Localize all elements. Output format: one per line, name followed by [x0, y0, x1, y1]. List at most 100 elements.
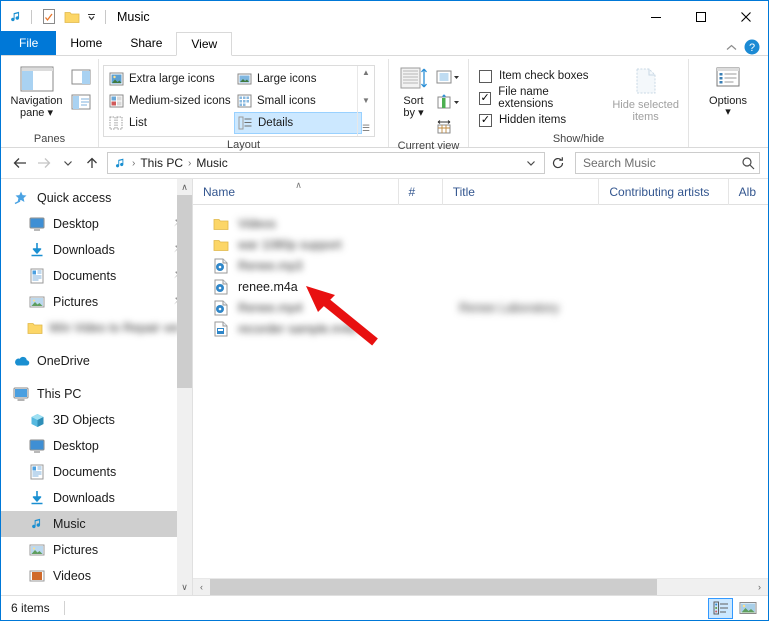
desktop-icon	[27, 217, 47, 231]
table-row[interactable]: Renee.mp3	[193, 255, 768, 276]
hscroll-track[interactable]	[210, 578, 751, 595]
customize-qat-chevron-icon[interactable]	[86, 11, 97, 22]
tab-share[interactable]: Share	[116, 31, 176, 55]
add-columns-button[interactable]	[434, 91, 464, 113]
options-button[interactable]: Options ▾	[693, 63, 763, 118]
search-input[interactable]: Search Music	[575, 152, 760, 174]
table-row[interactable]: Renee.mp4 Renee Laboratory	[193, 297, 768, 318]
column-header-number[interactable]: #	[399, 179, 443, 205]
properties-icon[interactable]	[40, 8, 58, 26]
file-name: Renee.mp3	[238, 258, 303, 273]
column-header-album[interactable]: Alb	[729, 179, 768, 205]
sidebar-item-pictures-qa[interactable]: Pictures	[1, 289, 192, 315]
layout-scroll-up-icon[interactable]: ▲	[362, 68, 370, 77]
sidebar-item-videos[interactable]: Videos	[1, 563, 192, 589]
folder-icon	[211, 238, 231, 252]
sidebar-item-desktop-qa[interactable]: Desktop	[1, 211, 192, 237]
quick-access-toolbar	[9, 8, 109, 26]
breadcrumb[interactable]: › This PC › Music	[107, 152, 545, 174]
sidebar-item-documents-pc[interactable]: Documents	[1, 459, 192, 485]
close-button[interactable]	[723, 1, 768, 32]
details-view-button[interactable]	[708, 597, 733, 619]
file-list[interactable]: Videos war 1080p support Renee.mp3 renee…	[193, 205, 768, 578]
sidebar-item-music[interactable]: Music	[1, 511, 192, 537]
layout-gallery-scrollbar[interactable]: ▲ ▼ ☰	[357, 66, 374, 136]
column-header-number-label: #	[408, 184, 416, 199]
search-icon[interactable]	[741, 156, 755, 170]
size-all-columns-button[interactable]	[434, 116, 464, 138]
refresh-button[interactable]	[547, 152, 569, 174]
sidebar-item-windows-c[interactable]: Windows10 (C:)	[1, 589, 192, 595]
large-icons-view-button[interactable]	[735, 598, 760, 619]
sidebar-item-onedrive[interactable]: OneDrive	[1, 348, 192, 374]
sidebar-item-documents-qa[interactable]: Documents	[1, 263, 192, 289]
nav-scroll-down-icon[interactable]: ∨	[181, 579, 188, 595]
file-list-horizontal-scrollbar[interactable]: ‹ ›	[193, 578, 768, 595]
back-button[interactable]	[9, 152, 31, 174]
layout-medium-icons[interactable]: Medium-sized icons	[106, 90, 234, 112]
maximize-button[interactable]	[678, 1, 723, 32]
help-icon[interactable]: ?	[744, 39, 760, 55]
sidebar-item-blurred-folder[interactable]: Win Video to Repair ver	[1, 315, 192, 341]
nav-scroll-track[interactable]	[177, 195, 192, 579]
layout-gallery-more-icon[interactable]: ☰	[362, 123, 370, 134]
table-row[interactable]: Videos	[193, 213, 768, 234]
navigation-pane-label-line2: pane	[19, 107, 45, 119]
layout-small-icons[interactable]: Small icons	[234, 90, 362, 112]
tab-home[interactable]: Home	[56, 31, 116, 55]
file-name: Renee.mp4	[238, 300, 303, 315]
preview-pane-button[interactable]	[68, 66, 94, 88]
layout-extra-large-icons[interactable]: Extra large icons	[106, 68, 234, 90]
nav-scroll-up-icon[interactable]: ∧	[181, 179, 188, 195]
chevron-up-icon[interactable]	[725, 43, 738, 52]
hscroll-right-icon[interactable]: ›	[751, 582, 768, 592]
tab-file[interactable]: File	[1, 31, 57, 55]
column-header-name[interactable]: Name ∧	[193, 179, 399, 205]
up-button[interactable]	[81, 152, 103, 174]
nav-scroll-thumb[interactable]	[177, 195, 192, 388]
sidebar-item-quick-access[interactable]: Quick access	[1, 185, 192, 211]
table-row[interactable]: war 1080p support	[193, 234, 768, 255]
column-header-title[interactable]: Title	[443, 179, 600, 205]
pictures-icon	[27, 295, 47, 309]
group-by-button[interactable]	[434, 66, 464, 88]
layout-list[interactable]: List	[106, 112, 234, 134]
sidebar-label-quick-access: Quick access	[37, 191, 112, 205]
sidebar-item-pictures-pc[interactable]: Pictures	[1, 537, 192, 563]
column-header-contributing-artists[interactable]: Contributing artists	[599, 179, 729, 205]
sidebar-item-desktop-pc[interactable]: Desktop	[1, 433, 192, 459]
new-folder-icon[interactable]	[63, 8, 81, 26]
sidebar-item-downloads-qa[interactable]: Downloads	[1, 237, 192, 263]
file-name-extensions-checkbox[interactable]: ✓	[479, 91, 492, 105]
table-row[interactable]: recorder sample.m4a	[193, 318, 768, 339]
file-name-extensions-option[interactable]: ✓ File name extensions	[479, 86, 599, 110]
sidebar-item-downloads-pc[interactable]: Downloads	[1, 485, 192, 511]
hidden-items-option[interactable]: ✓ Hidden items	[479, 109, 599, 131]
table-row[interactable]: renee.m4a	[193, 276, 768, 297]
options-dropdown-icon[interactable]: ▾	[725, 106, 731, 118]
ribbon-group-show-hide: Item check boxes ✓ File name extensions …	[469, 59, 689, 147]
sidebar-item-3d-objects[interactable]: 3D Objects	[1, 407, 192, 433]
audio-file-icon	[211, 300, 231, 316]
extra-large-icons-icon	[109, 72, 124, 86]
ribbon-group-panes: Navigation pane ▾ Panes	[1, 59, 99, 147]
recent-locations-button[interactable]	[57, 152, 79, 174]
hscroll-left-icon[interactable]: ‹	[193, 582, 210, 592]
navigation-pane-scrollbar[interactable]: ∧ ∨	[177, 179, 192, 595]
item-check-boxes-option[interactable]: Item check boxes	[479, 65, 599, 87]
details-pane-button[interactable]	[68, 91, 94, 113]
item-check-boxes-checkbox[interactable]	[479, 69, 492, 83]
address-dropdown-button[interactable]	[520, 152, 542, 174]
breadcrumb-item-music[interactable]: Music	[196, 156, 227, 170]
layout-details[interactable]: Details	[234, 112, 362, 134]
layout-scroll-down-icon[interactable]: ▼	[362, 96, 370, 105]
layout-large-icons[interactable]: Large icons	[234, 68, 362, 90]
hidden-items-checkbox[interactable]: ✓	[479, 113, 492, 127]
navigation-pane-button[interactable]: Navigation pane ▾	[5, 63, 68, 119]
hscroll-thumb[interactable]	[210, 578, 657, 595]
sort-by-button[interactable]: Sort by ▾	[393, 63, 434, 119]
tab-view[interactable]: View	[176, 32, 233, 56]
sidebar-item-this-pc[interactable]: This PC	[1, 381, 192, 407]
breadcrumb-item-this-pc[interactable]: This PC	[140, 156, 183, 170]
minimize-button[interactable]	[633, 1, 678, 32]
